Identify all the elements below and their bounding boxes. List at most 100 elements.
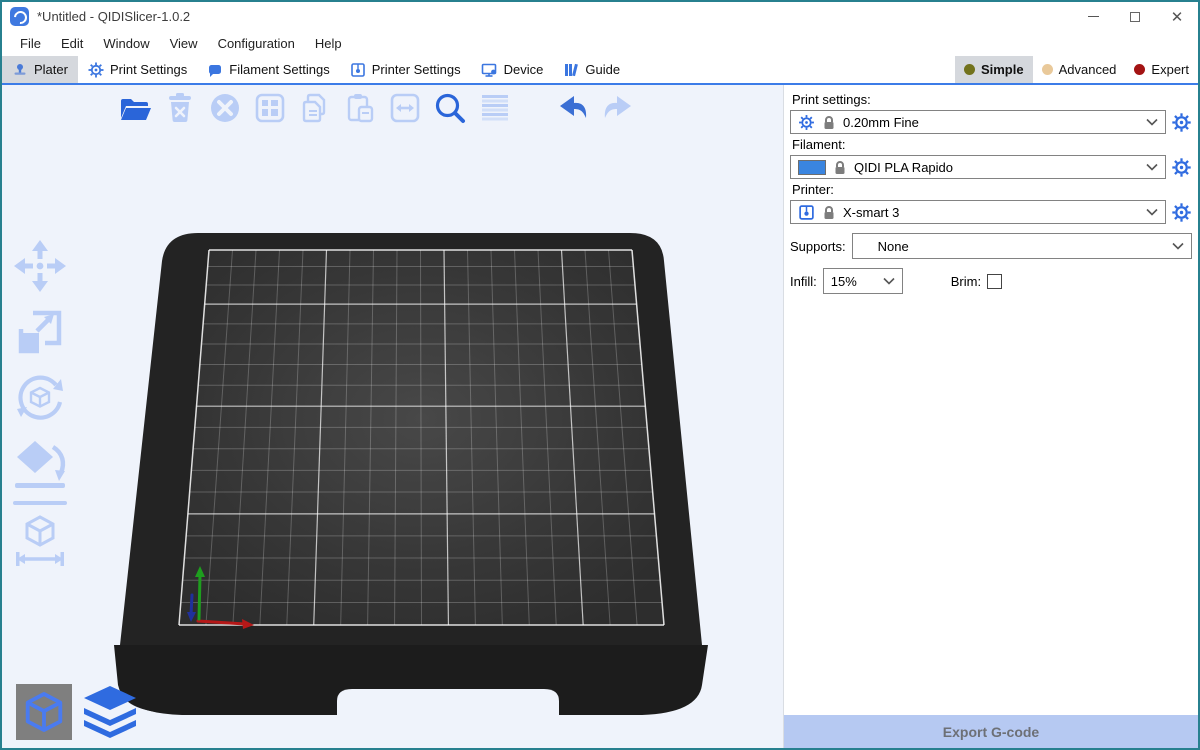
filament-row: QIDI PLA Rapido (790, 155, 1192, 179)
arrange-icon (251, 89, 289, 127)
menu-file[interactable]: File (10, 36, 51, 51)
arrange-button[interactable] (251, 89, 289, 127)
printer-value: X-smart 3 (843, 205, 899, 220)
printer-row: X-smart 3 (790, 200, 1192, 224)
minimize-icon (1088, 16, 1099, 17)
delete-button[interactable] (161, 89, 199, 127)
place-on-face-tool-button[interactable] (11, 435, 69, 493)
chevron-down-icon (1172, 242, 1184, 250)
brim-checkbox[interactable] (987, 274, 1002, 289)
measure-tool-button[interactable] (11, 513, 69, 571)
menu-window[interactable]: Window (93, 36, 159, 51)
tab-guide[interactable]: Guide (553, 56, 630, 83)
delete-all-icon (206, 89, 244, 127)
tab-print-settings[interactable]: Print Settings (78, 56, 197, 83)
search-button[interactable] (431, 89, 469, 127)
mode-expert[interactable]: Expert (1125, 56, 1198, 83)
supports-combo[interactable]: None (852, 233, 1192, 259)
redo-button[interactable] (599, 89, 637, 127)
printer-label: Printer: (792, 182, 1192, 197)
tab-plater[interactable]: Plater (2, 56, 78, 83)
tab-bar: Plater Print Settings Filament Settings (2, 56, 1198, 85)
paste-button[interactable] (341, 89, 379, 127)
minimize-button[interactable] (1072, 2, 1114, 31)
plater-icon (12, 62, 28, 78)
advanced-mode-dot-icon (1042, 64, 1053, 75)
print-settings-value: 0.20mm Fine (843, 115, 919, 130)
rotate-icon (11, 369, 69, 427)
gear-icon (798, 114, 815, 131)
infill-brim-row: Infill: 15% Brim: (790, 268, 1192, 294)
mode-label: Advanced (1059, 62, 1117, 77)
tab-label: Print Settings (110, 62, 187, 77)
print-settings-combo[interactable]: 0.20mm Fine (790, 110, 1166, 134)
copy-button[interactable] (296, 89, 334, 127)
measure-icon (11, 513, 69, 571)
bed-handle-cutout (337, 689, 559, 717)
app-logo-icon (10, 7, 29, 26)
expert-mode-dot-icon (1134, 64, 1145, 75)
search-icon (431, 89, 469, 127)
tab-device[interactable]: Device (471, 56, 554, 83)
preview-view-button[interactable] (80, 682, 140, 740)
undo-button[interactable] (554, 89, 592, 127)
scale-tool-button[interactable] (11, 303, 69, 361)
menu-view[interactable]: View (160, 36, 208, 51)
filament-combo[interactable]: QIDI PLA Rapido (790, 155, 1166, 179)
menu-edit[interactable]: Edit (51, 36, 93, 51)
tab-filament-settings[interactable]: Filament Settings (197, 56, 339, 83)
menu-configuration[interactable]: Configuration (208, 36, 305, 51)
menu-help[interactable]: Help (305, 36, 352, 51)
maximize-button[interactable] (1114, 2, 1156, 31)
split-instances-button[interactable] (386, 89, 424, 127)
print-settings-gear-button[interactable] (1171, 112, 1192, 133)
gizmo-separator (13, 501, 67, 505)
gizmo-toolbar (8, 237, 72, 571)
move-tool-button[interactable] (11, 237, 69, 295)
printer-icon (350, 62, 366, 78)
chevron-down-icon (1146, 118, 1158, 126)
infill-combo[interactable]: 15% (823, 268, 903, 294)
copy-icon (296, 89, 334, 127)
editor-view-button[interactable] (16, 684, 72, 740)
close-icon: ✕ (1171, 8, 1184, 26)
guide-books-icon (563, 62, 579, 78)
delete-trash-icon (161, 89, 199, 127)
rotate-tool-button[interactable] (11, 369, 69, 427)
printer-icon (798, 204, 815, 221)
printer-gear-button[interactable] (1171, 202, 1192, 223)
close-button[interactable]: ✕ (1156, 2, 1198, 31)
delete-all-button[interactable] (206, 89, 244, 127)
simple-mode-dot-icon (964, 64, 975, 75)
mode-label: Expert (1151, 62, 1189, 77)
chevron-down-icon (1146, 208, 1158, 216)
lock-icon (822, 205, 836, 220)
window-title: *Untitled - QIDISlicer-1.0.2 (37, 9, 190, 24)
export-gcode-button[interactable]: Export G-code (784, 715, 1198, 748)
gear-icon (88, 62, 104, 78)
window-controls: ✕ (1072, 2, 1198, 31)
view-mode-toggles (16, 682, 140, 740)
viewport-3d[interactable] (2, 85, 783, 748)
tab-printer-settings[interactable]: Printer Settings (340, 56, 471, 83)
filament-label: Filament: (792, 137, 1192, 152)
filament-icon (207, 62, 223, 78)
scale-icon (11, 303, 69, 361)
supports-label: Supports: (790, 239, 846, 254)
layer-lines-icon (476, 89, 514, 127)
mode-label: Simple (981, 62, 1024, 77)
printer-combo[interactable]: X-smart 3 (790, 200, 1166, 224)
split-instances-icon (386, 89, 424, 127)
main-content: Print settings: (2, 85, 1198, 748)
filament-gear-button[interactable] (1171, 157, 1192, 178)
tab-label: Device (504, 62, 544, 77)
variable-layer-height-button[interactable] (476, 89, 514, 127)
open-button[interactable] (116, 89, 154, 127)
supports-row: Supports: None (790, 233, 1192, 259)
tab-label: Plater (34, 62, 68, 77)
mode-advanced[interactable]: Advanced (1033, 56, 1126, 83)
mode-simple[interactable]: Simple (955, 56, 1033, 83)
tab-label: Guide (585, 62, 620, 77)
infill-value: 15% (831, 274, 857, 289)
menu-bar: File Edit Window View Configuration Help (2, 31, 1198, 56)
